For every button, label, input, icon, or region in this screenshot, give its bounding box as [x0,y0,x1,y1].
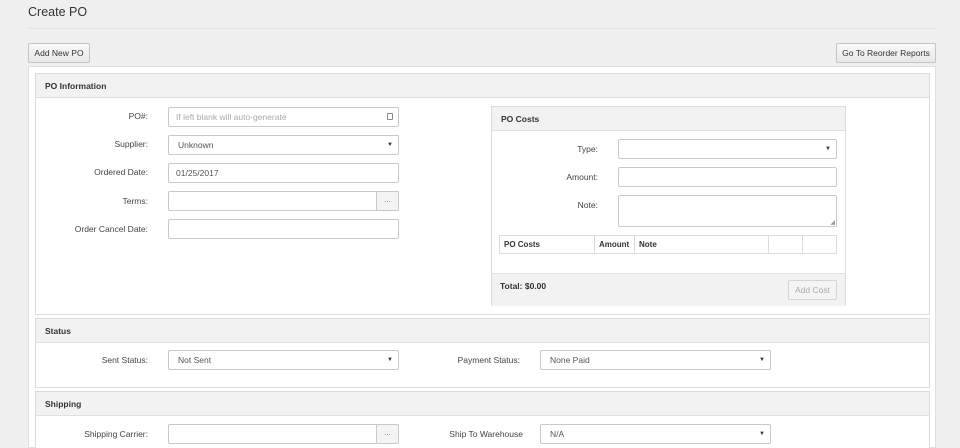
po-number-label: PO#: [128,111,148,121]
column-header: Note [635,236,769,253]
terms-input[interactable]: ... [168,191,399,211]
order-cancel-date-input[interactable] [168,219,399,239]
payment-status-value: None Paid [550,355,590,365]
add-cost-button[interactable]: Add Cost [788,280,837,300]
terms-browse-button[interactable]: ... [376,192,398,210]
column-header: Amount [595,236,635,253]
supplier-label: Supplier: [114,139,148,149]
po-number-input[interactable]: If left blank will auto-generate [168,107,399,127]
add-new-po-button[interactable]: Add New PO [28,43,90,63]
po-number-placeholder: If left blank will auto-generate [176,112,287,122]
column-header: PO Costs [500,236,595,253]
chevron-down-icon: ▼ [759,357,765,363]
go-to-reorder-reports-button[interactable]: Go To Reorder Reports [836,43,936,63]
chevron-down-icon: ▼ [387,357,393,363]
po-costs-table-header: PO Costs Amount Note [499,235,837,254]
sent-status-select[interactable]: Not Sent ▼ [168,350,399,370]
supplier-select[interactable]: Unknown ▼ [168,135,399,155]
supplier-value: Unknown [178,140,214,150]
cost-note-textarea[interactable]: ◢ [618,195,837,227]
clipboard-icon[interactable] [387,113,393,120]
ship-to-warehouse-select[interactable]: N/A ▼ [540,424,771,444]
po-costs-total: Total: $0.00 [500,281,547,291]
chevron-down-icon: ▼ [387,142,393,148]
ordered-date-value: 01/25/2017 [176,168,219,178]
ship-to-warehouse-label: Ship To Warehouse [449,429,523,439]
cost-type-select[interactable]: ▼ [618,139,837,159]
chevron-down-icon: ▼ [759,431,765,437]
sent-status-label: Sent Status: [101,355,148,365]
page-title: Create PO [28,5,88,19]
po-costs-heading: PO Costs [492,107,845,131]
po-information-heading: PO Information [36,74,929,98]
sent-status-value: Not Sent [178,355,212,365]
cost-amount-input[interactable] [618,167,837,187]
divider [28,28,936,29]
payment-status-label: Payment Status: [457,355,520,365]
column-header [769,236,803,253]
chevron-down-icon: ▼ [825,146,831,152]
cost-amount-label: Amount: [566,172,598,182]
ordered-date-label: Ordered Date: [94,167,148,177]
cost-type-label: Type: [577,144,598,154]
status-heading: Status [36,319,929,343]
shipping-carrier-browse-button[interactable]: ... [376,425,398,443]
order-cancel-date-label: Order Cancel Date: [74,224,148,234]
payment-status-select[interactable]: None Paid ▼ [540,350,771,370]
resize-handle-icon[interactable]: ◢ [830,220,835,226]
cost-note-label: Note: [577,200,598,210]
ordered-date-input[interactable]: 01/25/2017 [168,163,399,183]
column-header [803,236,837,253]
ship-to-warehouse-value: N/A [550,429,565,439]
terms-label: Terms: [122,196,149,206]
shipping-heading: Shipping [36,392,929,416]
shipping-carrier-input[interactable]: ... [168,424,399,444]
shipping-carrier-label: Shipping Carrier: [84,429,148,439]
